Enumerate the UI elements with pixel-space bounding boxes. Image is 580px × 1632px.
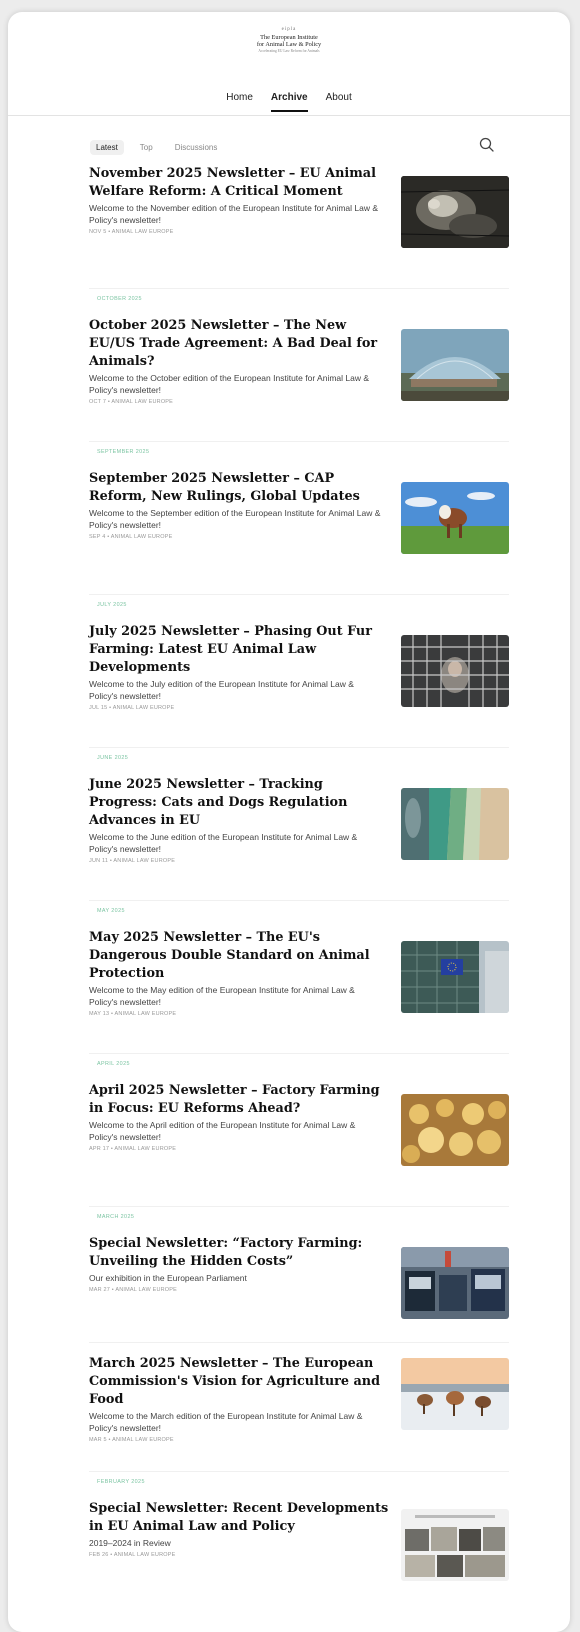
post-thumbnail-review-collage[interactable] xyxy=(401,1509,509,1581)
post-subtitle: Welcome to the September edition of the … xyxy=(89,508,381,530)
post-subtitle: Welcome to the May edition of the Europe… xyxy=(89,985,355,1007)
month-label: MAY 2025 xyxy=(97,908,125,914)
publication-tagline: Accelerating EU Law Reform for Animals xyxy=(258,49,320,53)
month-label: JUNE 2025 xyxy=(97,755,129,761)
publication-logo[interactable]: eipla The European Institute for Animal … xyxy=(8,26,570,54)
section-divider xyxy=(89,441,509,442)
publication-name-line1: The European Institute xyxy=(260,34,318,41)
post-title[interactable]: July 2025 Newsletter – Phasing Out Fur F… xyxy=(89,623,389,677)
post-thumbnail-exhibition[interactable] xyxy=(401,1247,509,1319)
post-thumbnail-cow[interactable] xyxy=(401,482,509,554)
post-title[interactable]: Special Newsletter: Recent Developments … xyxy=(89,1500,389,1536)
month-label: SEPTEMBER 2025 xyxy=(97,449,150,455)
search-icon[interactable] xyxy=(478,136,496,154)
post-title[interactable]: November 2025 Newsletter – EU Animal Wel… xyxy=(89,165,389,201)
post-thumbnail-cattle[interactable] xyxy=(401,1358,509,1430)
post-title[interactable]: September 2025 Newsletter – CAP Reform, … xyxy=(89,470,389,506)
month-label: OCTOBER 2025 xyxy=(97,296,142,302)
post-thumbnail-greenhouse[interactable] xyxy=(401,329,509,401)
post-subtitle: Our exhibition in the European Parliamen… xyxy=(89,1273,247,1283)
post-thumbnail-fur-cage[interactable] xyxy=(401,635,509,707)
post-subtitle: Welcome to the March edition of the Euro… xyxy=(89,1411,363,1433)
post-title[interactable]: Special Newsletter: “Factory Farming: Un… xyxy=(89,1235,389,1271)
section-divider xyxy=(89,594,509,595)
post-title[interactable]: May 2025 Newsletter – The EU's Dangerous… xyxy=(89,929,389,983)
main-nav: Home Archive About xyxy=(8,92,570,112)
section-divider xyxy=(89,1471,509,1472)
month-label: MARCH 2025 xyxy=(97,1214,135,1220)
month-label: FEBRUARY 2025 xyxy=(97,1479,145,1485)
nav-home[interactable]: Home xyxy=(226,92,253,112)
month-label: JULY 2025 xyxy=(97,602,127,608)
filter-tab-discussions[interactable]: Discussions xyxy=(169,140,224,155)
post-title[interactable]: October 2025 Newsletter – The New EU/US … xyxy=(89,317,389,371)
post-thumbnail-coastline[interactable] xyxy=(401,788,509,860)
filter-tab-top[interactable]: Top xyxy=(134,140,159,155)
nav-archive[interactable]: Archive xyxy=(270,92,308,112)
archive-filters: Latest Top Discussions xyxy=(90,140,223,155)
nav-about[interactable]: About xyxy=(326,92,352,112)
post-title[interactable]: April 2025 Newsletter – Factory Farming … xyxy=(89,1082,389,1118)
post-thumbnail-chicks[interactable] xyxy=(401,1094,509,1166)
browser-frame: eipla The European Institute for Animal … xyxy=(8,12,570,1632)
post-subtitle: Welcome to the April edition of the Euro… xyxy=(89,1120,356,1142)
post-meta: MAR 5 • ANIMAL LAW EUROPE xyxy=(89,1437,174,1443)
post-subtitle: Welcome to the July edition of the Europ… xyxy=(89,679,354,701)
section-divider xyxy=(89,900,509,901)
post-subtitle: Welcome to the October edition of the Eu… xyxy=(89,373,370,395)
section-divider xyxy=(89,1342,509,1343)
month-label: APRIL 2025 xyxy=(97,1061,130,1067)
section-divider xyxy=(89,288,509,289)
section-divider xyxy=(89,1206,509,1207)
filter-tab-latest[interactable]: Latest xyxy=(90,140,124,155)
section-divider xyxy=(89,1053,509,1054)
section-divider xyxy=(89,747,509,748)
post-subtitle: 2019–2024 in Review xyxy=(89,1538,171,1548)
post-thumbnail-parliament[interactable] xyxy=(401,941,509,1013)
post-title[interactable]: March 2025 Newsletter – The European Com… xyxy=(89,1355,389,1409)
post-subtitle: Welcome to the June edition of the Europ… xyxy=(89,832,358,854)
post-thumbnail-pig[interactable] xyxy=(401,176,509,248)
logo-mark: eipla xyxy=(281,27,297,32)
post-subtitle: Welcome to the November edition of the E… xyxy=(89,203,378,225)
header-divider xyxy=(8,115,570,116)
publication-name-line2: for Animal Law & Policy xyxy=(256,41,322,48)
post-title[interactable]: June 2025 Newsletter – Tracking Progress… xyxy=(89,776,389,830)
